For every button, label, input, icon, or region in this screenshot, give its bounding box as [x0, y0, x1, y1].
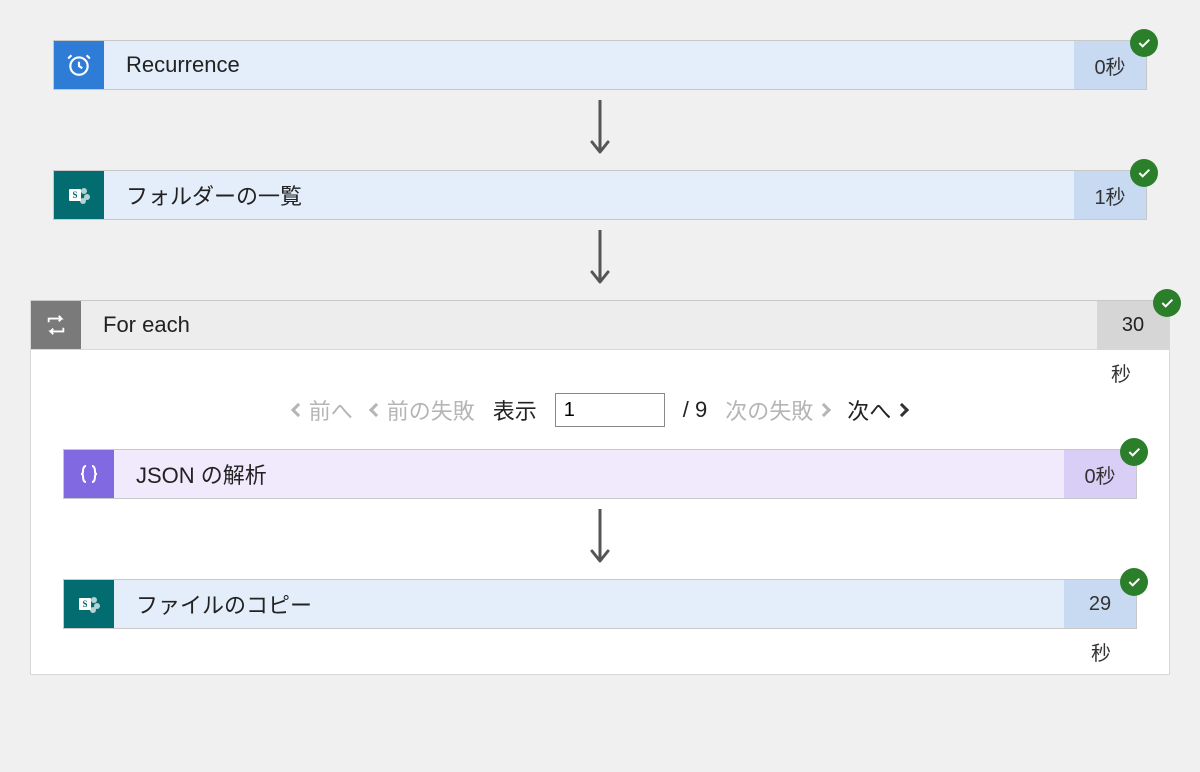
- connector-arrow: [31, 499, 1169, 579]
- pager-total: / 9: [683, 397, 707, 423]
- step-title: フォルダーの一覧: [104, 171, 1074, 219]
- success-badge: [1130, 29, 1158, 57]
- pager-current-input[interactable]: [555, 393, 665, 427]
- chevron-left-icon: [369, 403, 383, 417]
- duration-unit: 秒: [31, 629, 1169, 666]
- duration-unit: 秒: [31, 350, 1169, 387]
- success-badge: [1153, 289, 1181, 317]
- step-parse-json[interactable]: JSON の解析 0秒: [63, 449, 1137, 499]
- sharepoint-icon: S: [54, 171, 104, 219]
- chevron-right-icon: [817, 403, 831, 417]
- sharepoint-icon: S: [64, 580, 114, 628]
- pager-prev[interactable]: 前へ: [293, 394, 353, 426]
- connector-arrow: [0, 90, 1200, 170]
- step-title: Recurrence: [104, 41, 1074, 89]
- success-badge: [1130, 159, 1158, 187]
- chevron-right-icon: [895, 403, 909, 417]
- pager-next[interactable]: 次へ: [847, 394, 907, 426]
- svg-text:S: S: [72, 190, 77, 200]
- success-badge: [1120, 568, 1148, 596]
- step-title: JSON の解析: [114, 450, 1064, 498]
- pager-show-label: 表示: [493, 394, 537, 426]
- step-list-folder[interactable]: S フォルダーの一覧 1秒: [53, 170, 1147, 220]
- chevron-left-icon: [291, 403, 305, 417]
- pager-next-fail[interactable]: 次の失敗: [725, 394, 829, 426]
- step-title: ファイルのコピー: [114, 580, 1064, 628]
- clock-icon: [54, 41, 104, 89]
- loop-icon: [31, 301, 81, 349]
- pager-prev-fail[interactable]: 前の失敗: [371, 394, 475, 426]
- foreach-container: For each 30 秒 前へ 前の失敗 表示 / 9 次の失敗: [30, 300, 1170, 675]
- iteration-pager: 前へ 前の失敗 表示 / 9 次の失敗 次へ: [31, 387, 1169, 449]
- step-title: For each: [81, 301, 1097, 349]
- success-badge: [1120, 438, 1148, 466]
- svg-text:S: S: [82, 599, 87, 609]
- json-icon: [64, 450, 114, 498]
- step-recurrence[interactable]: Recurrence 0秒: [53, 40, 1147, 90]
- step-for-each[interactable]: For each 30: [31, 300, 1169, 350]
- step-copy-file[interactable]: S ファイルのコピー 29: [63, 579, 1137, 629]
- connector-arrow: [0, 220, 1200, 300]
